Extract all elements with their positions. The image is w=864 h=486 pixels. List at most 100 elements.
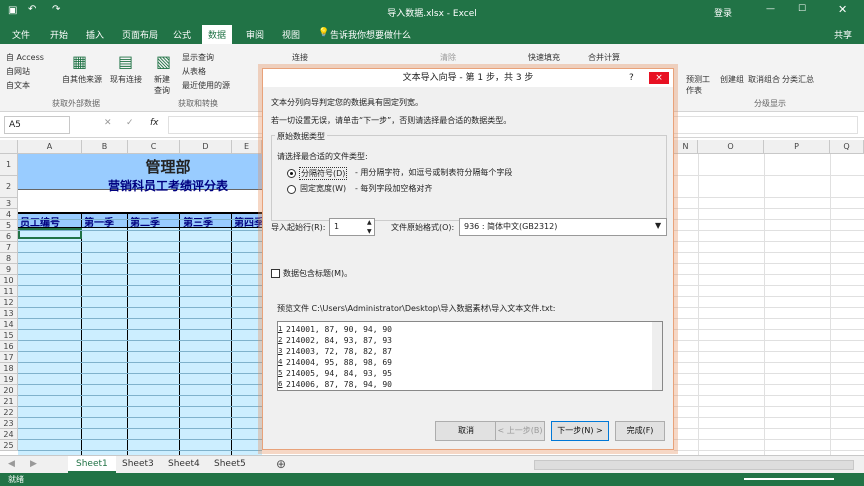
- tab-view[interactable]: 视图: [282, 28, 300, 41]
- tab-insert[interactable]: 插入: [86, 28, 104, 41]
- fx-icon[interactable]: fx: [150, 118, 159, 128]
- row-header[interactable]: 23: [0, 418, 18, 429]
- column-header[interactable]: E: [232, 140, 262, 154]
- ungroup-button[interactable]: 取消组合: [748, 74, 780, 85]
- minimize-icon[interactable]: —: [766, 4, 775, 14]
- scroll-right-icon[interactable]: ▶: [30, 459, 37, 469]
- finish-button[interactable]: 完成(F): [615, 421, 665, 441]
- sheet-tab-sheet4[interactable]: Sheet4: [160, 456, 208, 473]
- from-access-button[interactable]: 自 Access: [6, 52, 44, 63]
- preview-line-number: 5: [278, 369, 283, 377]
- row-header[interactable]: 2: [0, 176, 18, 198]
- header-checkbox-label[interactable]: 数据包含标题(M)。: [283, 268, 352, 279]
- preview-label: 预览文件 C:\Users\Administrator\Desktop\导入数据…: [277, 304, 556, 313]
- select-all-corner[interactable]: [0, 140, 18, 154]
- row-header[interactable]: 22: [0, 407, 18, 418]
- row-header[interactable]: 3: [0, 198, 18, 209]
- cancel-icon[interactable]: ✕: [104, 118, 112, 128]
- back-button[interactable]: < 上一步(B): [495, 421, 545, 441]
- delimited-label[interactable]: 分隔符号(D): [299, 167, 348, 180]
- row-header[interactable]: 7: [0, 242, 18, 253]
- tab-page-layout[interactable]: 页面布局: [122, 28, 158, 41]
- preview-vertical-scrollbar[interactable]: [652, 322, 662, 390]
- scroll-left-icon[interactable]: ◀: [8, 459, 15, 469]
- consolidate-button[interactable]: 合并计算: [588, 52, 620, 63]
- column-header[interactable]: O: [698, 140, 764, 154]
- from-text-button[interactable]: 自文本: [6, 80, 30, 91]
- row-header[interactable]: 21: [0, 396, 18, 407]
- row-header[interactable]: 17: [0, 352, 18, 363]
- column-header[interactable]: A: [18, 140, 82, 154]
- row-header[interactable]: 15: [0, 330, 18, 341]
- clear-button[interactable]: 清除: [440, 52, 456, 63]
- row-line: [18, 384, 262, 385]
- dialog-close-icon[interactable]: ×: [649, 72, 669, 84]
- close-icon[interactable]: ✕: [838, 3, 847, 16]
- row-header[interactable]: 9: [0, 264, 18, 275]
- column-header[interactable]: D: [180, 140, 232, 154]
- other-sources-button[interactable]: 自其他来源: [62, 74, 102, 85]
- tab-file[interactable]: 文件: [12, 28, 30, 41]
- row-header[interactable]: 20: [0, 385, 18, 396]
- row-header[interactable]: 18: [0, 363, 18, 374]
- add-sheet-icon[interactable]: ⊕: [276, 457, 286, 471]
- row-header[interactable]: 11: [0, 286, 18, 297]
- connections-button[interactable]: 连接: [292, 52, 308, 63]
- tab-formulas[interactable]: 公式: [173, 28, 191, 41]
- preview-pane[interactable]: 1 214001, 87, 90, 94, 90 2 214002, 84, 93, …: [277, 321, 663, 391]
- row-header[interactable]: 6: [0, 231, 18, 242]
- cancel-button[interactable]: 取消: [435, 421, 497, 441]
- login-link[interactable]: 登录: [714, 6, 732, 19]
- fixed-width-radio[interactable]: [287, 185, 296, 194]
- zoom-slider[interactable]: [744, 478, 834, 480]
- tab-data[interactable]: 数据: [202, 25, 233, 44]
- column-header[interactable]: B: [82, 140, 128, 154]
- from-web-button[interactable]: 自网站: [6, 66, 30, 77]
- header-checkbox[interactable]: [271, 269, 280, 278]
- subtotal-button[interactable]: 分类汇总: [782, 74, 814, 85]
- maximize-icon[interactable]: ☐: [798, 4, 806, 14]
- share-button[interactable]: 共享: [834, 28, 852, 41]
- row-header[interactable]: 5: [0, 220, 18, 231]
- column-header[interactable]: P: [764, 140, 830, 154]
- sheet-tab-sheet1[interactable]: Sheet1: [68, 456, 116, 473]
- horizontal-scrollbar[interactable]: [534, 460, 854, 470]
- name-box[interactable]: A5: [4, 116, 70, 134]
- new-query-button[interactable]: 新建查询: [154, 74, 176, 96]
- fixed-width-label[interactable]: 固定宽度(W): [300, 183, 346, 194]
- row-header[interactable]: 19: [0, 374, 18, 385]
- column-header[interactable]: Q: [830, 140, 864, 154]
- next-button[interactable]: 下一步(N) >: [551, 421, 609, 441]
- delimited-radio[interactable]: [287, 169, 296, 178]
- chevron-down-icon[interactable]: ▼: [655, 221, 661, 230]
- existing-connections-button[interactable]: 现有连接: [110, 74, 142, 85]
- recent-sources-button[interactable]: 最近使用的源: [182, 80, 230, 91]
- forecast-sheet-button[interactable]: 预测工作表: [686, 74, 712, 96]
- row-header[interactable]: 25: [0, 440, 18, 451]
- row-header[interactable]: 14: [0, 319, 18, 330]
- spinner-arrows-icon[interactable]: ▲ ▼: [367, 218, 372, 236]
- row-header[interactable]: 8: [0, 253, 18, 264]
- row-header[interactable]: 13: [0, 308, 18, 319]
- row-header[interactable]: 12: [0, 297, 18, 308]
- tab-home[interactable]: 开始: [50, 28, 68, 41]
- sheet-tab-sheet5[interactable]: Sheet5: [206, 456, 254, 473]
- row-header[interactable]: 24: [0, 429, 18, 440]
- tell-me-search[interactable]: 告诉我你想要做什么: [330, 28, 411, 41]
- enter-icon[interactable]: ✓: [126, 118, 134, 128]
- help-icon[interactable]: ?: [629, 69, 634, 87]
- tab-review[interactable]: 审阅: [246, 28, 264, 41]
- file-origin-select[interactable]: 936 : 简体中文(GB2312): [459, 218, 667, 236]
- row-line: [18, 373, 262, 374]
- column-header[interactable]: N: [674, 140, 698, 154]
- row-header[interactable]: 1: [0, 154, 18, 176]
- group-button[interactable]: 创建组: [720, 74, 744, 85]
- column-header[interactable]: C: [128, 140, 180, 154]
- show-query-button[interactable]: 显示查询: [182, 52, 214, 63]
- from-table-button[interactable]: 从表格: [182, 66, 206, 77]
- row-header[interactable]: 10: [0, 275, 18, 286]
- row-header[interactable]: 16: [0, 341, 18, 352]
- sheet-tab-sheet3[interactable]: Sheet3: [114, 456, 162, 473]
- row-header[interactable]: 4: [0, 209, 18, 220]
- flash-fill-button[interactable]: 快速填充: [528, 52, 560, 63]
